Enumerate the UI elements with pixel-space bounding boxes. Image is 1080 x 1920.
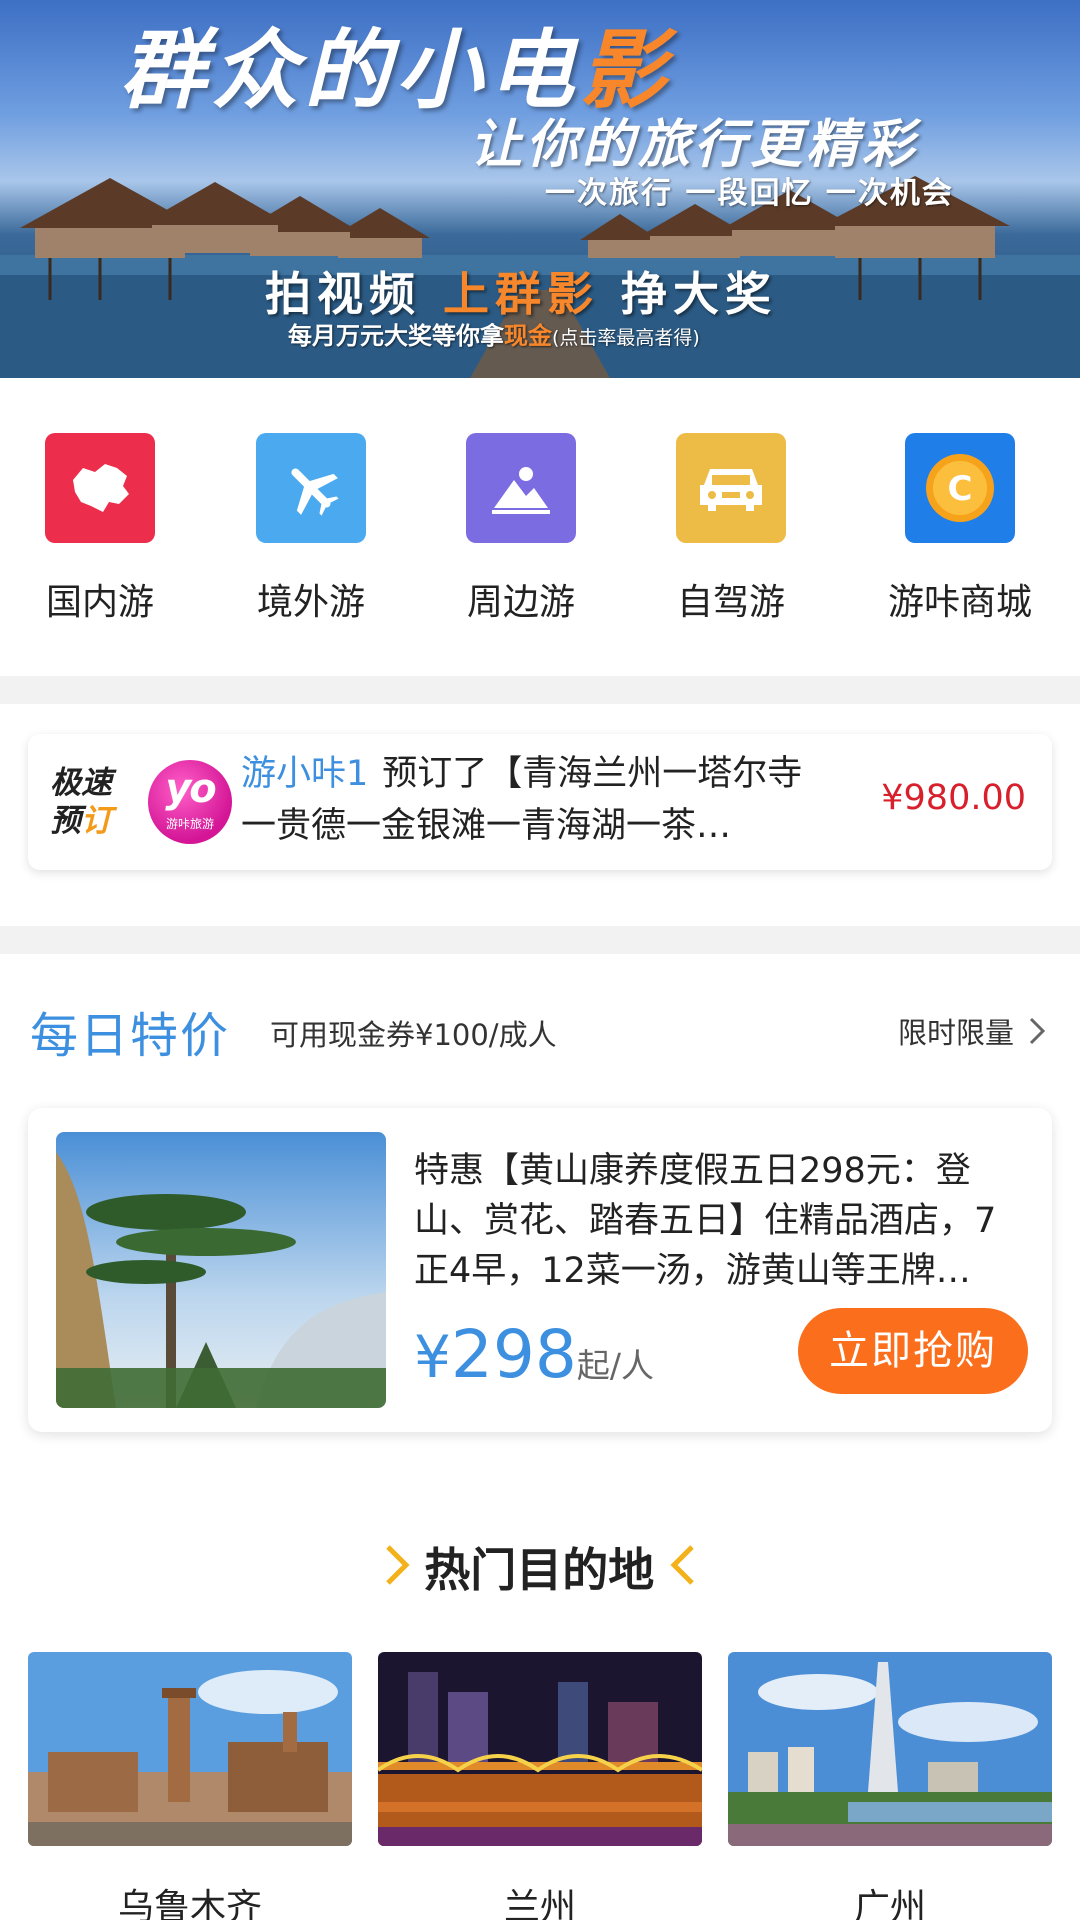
airplane-icon xyxy=(256,433,366,543)
category-mall[interactable]: C 游咔商城 xyxy=(870,433,1050,625)
hot-destinations-title: 热门目的地 xyxy=(0,1534,1080,1600)
banner-slogan: 拍视频 上群影 挣大奖 xyxy=(265,267,778,321)
booking-price: ¥980.00 xyxy=(881,778,1026,818)
avatar: yo 游咔旅游 xyxy=(148,760,232,844)
category-label: 游咔商城 xyxy=(887,582,1032,623)
booking-user: 游小咔1 xyxy=(241,754,369,794)
deal-image xyxy=(56,1132,386,1408)
coin-icon: C xyxy=(905,433,1015,543)
banner-tagline: 一次旅行 一段回忆 一次机会 xyxy=(545,176,954,211)
section-subtitle: 可用现金券¥100/成人 xyxy=(270,1018,557,1052)
car-icon xyxy=(676,433,786,543)
booking-message: 游小咔1 预订了【青海兰州一塔尔寺一贵德一金银滩一青海湖一茶… xyxy=(241,754,803,846)
buy-now-button[interactable]: 立即抢购 xyxy=(798,1308,1028,1394)
banner[interactable]: 群众的小电影 让你的旅行更精彩 一次旅行 一段回忆 一次机会 拍视频 上群影 挣… xyxy=(0,0,1080,378)
landscape-icon xyxy=(466,433,576,543)
destination-name: 广州 xyxy=(853,1887,926,1920)
deal-card[interactable]: 特惠【黄山康养度假五日298元：登山、赏花、踏春五日】住精品酒店，7正4早，12… xyxy=(28,1108,1052,1432)
destination-image xyxy=(728,1652,1052,1846)
fast-booking-badge: 极速 预订 xyxy=(50,765,112,839)
category-selfdrive[interactable]: 自驾游 xyxy=(641,433,821,625)
section-divider xyxy=(0,676,1080,704)
destination-image xyxy=(378,1652,702,1846)
china-map-icon xyxy=(45,433,155,543)
booking-ticker[interactable]: 极速 预订 yo 游咔旅游 游小咔1 预订了【青海兰州一塔尔寺一贵德一金银滩一青海… xyxy=(28,734,1052,870)
category-domestic[interactable]: 国内游 xyxy=(10,433,190,625)
category-overseas[interactable]: 境外游 xyxy=(221,433,401,625)
destination-name: 乌鲁木齐 xyxy=(117,1887,262,1920)
category-nearby[interactable]: 周边游 xyxy=(431,433,611,625)
chevron-right-icon xyxy=(384,1543,425,1597)
chevron-right-icon xyxy=(1029,1017,1046,1045)
destination-card-lanzhou[interactable]: 兰州 xyxy=(378,1652,702,1920)
deal-price: ¥298起/人 xyxy=(414,1316,655,1393)
limited-more-link[interactable]: 限时限量 xyxy=(898,1010,1046,1052)
deal-description: 特惠【黄山康养度假五日298元：登山、赏花、踏春五日】住精品酒店，7正4早，12… xyxy=(414,1151,997,1291)
category-label: 自驾游 xyxy=(676,582,785,623)
destination-card-urumqi[interactable]: 乌鲁木齐 xyxy=(28,1652,352,1920)
svg-text:C: C xyxy=(948,469,973,509)
banner-note: 每月万元大奖等你拿现金(点击率最高者得) xyxy=(288,322,700,350)
category-label: 周边游 xyxy=(466,582,575,623)
destination-image xyxy=(28,1652,352,1846)
category-label: 国内游 xyxy=(45,582,154,623)
section-title: 每日特价 xyxy=(30,1008,231,1064)
daily-deals-header: 每日特价 可用现金券¥100/成人 限时限量 xyxy=(0,990,1080,1070)
chevron-left-icon xyxy=(670,1543,696,1597)
banner-subtitle: 让你的旅行更精彩 xyxy=(470,115,919,175)
category-label: 境外游 xyxy=(256,582,365,623)
category-nav: 国内游 境外游 周边游 自驾游 C 游咔商城 xyxy=(0,378,1080,676)
destination-card-guangzhou[interactable]: 广州 xyxy=(728,1652,1052,1920)
destination-name: 兰州 xyxy=(503,1887,576,1920)
section-divider xyxy=(0,926,1080,954)
